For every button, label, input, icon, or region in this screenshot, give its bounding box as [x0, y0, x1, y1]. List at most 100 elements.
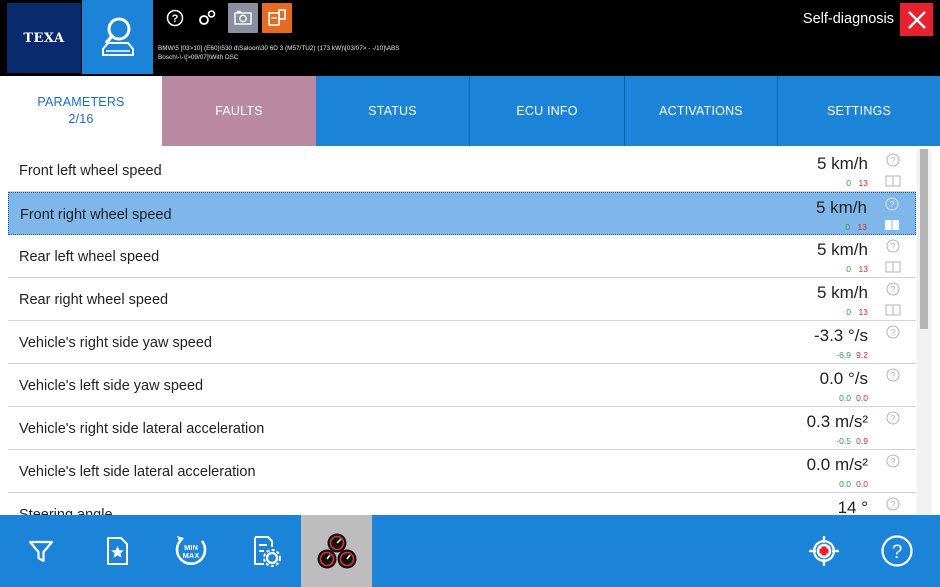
parameter-value: 0.3 m/s² — [806, 412, 868, 431]
parameter-help-icon[interactable]: ? — [886, 497, 900, 511]
svg-text:?: ? — [890, 327, 895, 337]
parameter-row[interactable]: Steering angle 14 °? — [8, 493, 916, 515]
parameter-help-icon[interactable]: ? — [886, 282, 900, 296]
tab-activations[interactable]: ACTIVATIONS — [624, 76, 777, 146]
help-icon[interactable]: ? — [160, 3, 190, 33]
ecu-description: Bosch\-\-\[>09/07]\With DSC — [158, 54, 239, 61]
parameter-max-value: 13 — [857, 222, 867, 232]
vehicle-description: BMW\5 [03>10] (E60)\530 d\Saloon\30 6D 3… — [158, 45, 400, 52]
svg-text:?: ? — [890, 499, 895, 509]
parameter-help-icon[interactable]: ? — [885, 197, 899, 211]
parameter-min-value: 0.0 — [839, 393, 851, 403]
filter-icon — [28, 540, 54, 563]
parameter-name: Rear right wheel speed — [19, 292, 169, 308]
parameter-row[interactable]: Vehicle's left side yaw speed 0.0 °/s 0.0 0… — [8, 364, 916, 407]
texa-logo: TEXA — [7, 3, 81, 73]
parameter-name: Vehicle's left side yaw speed — [19, 378, 204, 394]
parameter-max-value: 13 — [858, 307, 868, 317]
parameter-value: 5 km/h — [816, 283, 868, 302]
help-icon: ? — [881, 535, 913, 567]
min-max-button[interactable]: MIN MAX — [160, 515, 222, 587]
parameter-row[interactable]: Vehicle's right side yaw speed -3.3 °/s -6… — [8, 321, 916, 364]
bottom-toolbar: MIN MAX ? — [0, 515, 940, 587]
tab-status[interactable]: STATUS — [316, 76, 469, 146]
parameter-info-book-icon[interactable] — [883, 219, 901, 231]
parameter-min-value: 0 — [846, 307, 851, 317]
camera-icon[interactable] — [228, 3, 258, 33]
min-max-icon: MIN MAX — [175, 536, 207, 565]
parameter-info-book-icon[interactable] — [884, 175, 902, 187]
parameter-help-icon[interactable]: ? — [886, 454, 900, 468]
parameter-name: Front left wheel speed — [19, 163, 162, 179]
parameter-value: 0.0 m/s² — [806, 455, 868, 474]
gauges-icon — [317, 533, 356, 569]
parameter-row[interactable]: Rear left wheel speed 5 km/h 0 13? — [8, 235, 916, 278]
page-title: Self-diagnosis — [802, 11, 894, 27]
svg-text:?: ? — [890, 241, 895, 251]
parameter-value: 5 km/h — [816, 240, 868, 259]
svg-text:?: ? — [890, 284, 895, 294]
parameter-max-value: 13 — [858, 264, 868, 274]
parameter-name: Rear left wheel speed — [19, 249, 160, 265]
parameter-name: Vehicle's left side lateral acceleration — [19, 464, 256, 480]
parameter-max-value: 9.2 — [856, 350, 868, 360]
tab-parameters-count: 2/16 — [68, 112, 94, 126]
tab-bar: PARAMETERS 2/16 FAULTS STATUS ECU INFO A… — [0, 76, 940, 146]
parameter-value: 5 km/h — [815, 198, 867, 217]
parameter-row[interactable]: Rear right wheel speed 5 km/h 0 13? — [8, 278, 916, 321]
parameter-info-book-icon[interactable] — [884, 304, 902, 316]
parameter-name: Vehicle's right side lateral acceleratio… — [19, 421, 265, 437]
search-car-icon — [101, 17, 134, 56]
parameter-help-icon[interactable]: ? — [886, 239, 900, 253]
parameter-value: 14 ° — [837, 498, 868, 515]
max-label: MAX — [183, 551, 200, 560]
parameter-row[interactable]: Vehicle's left side lateral acceleration… — [8, 450, 916, 493]
close-icon — [907, 10, 926, 29]
svg-text:?: ? — [890, 456, 895, 466]
favorites-button[interactable] — [86, 515, 148, 587]
favorites-icon — [107, 537, 128, 565]
parameter-help-icon[interactable]: ? — [886, 368, 900, 382]
tab-faults[interactable]: FAULTS — [162, 76, 316, 146]
svg-text:?: ? — [892, 542, 903, 563]
parameter-help-icon[interactable]: ? — [886, 325, 900, 339]
help-button[interactable]: ? — [866, 515, 928, 587]
parameter-help-icon[interactable]: ? — [886, 153, 900, 167]
parameter-min-value: 0.0 — [839, 479, 851, 489]
tab-parameters[interactable]: PARAMETERS 2/16 — [0, 76, 162, 146]
settings-icon[interactable] — [192, 3, 222, 33]
tab-parameters-label: PARAMETERS — [37, 95, 125, 109]
config-button[interactable] — [234, 515, 296, 587]
parameter-max-value: 13 — [858, 178, 868, 188]
parameter-row[interactable]: Front left wheel speed 5 km/h 0 13? — [8, 149, 916, 192]
parameter-min-value: 0 — [846, 264, 851, 274]
parameter-list[interactable]: Front left wheel speed 5 km/h 0 13? Front ri… — [8, 149, 916, 515]
parameter-info-book-icon[interactable] — [884, 261, 902, 273]
svg-text:?: ? — [890, 413, 895, 423]
parameter-min-value: 0 — [845, 222, 850, 232]
svg-text:?: ? — [889, 199, 894, 209]
target-icon — [809, 536, 839, 566]
close-button[interactable] — [900, 3, 933, 36]
parameter-name: Steering angle — [19, 507, 113, 515]
parameter-min-value: -0.5 — [836, 436, 851, 446]
parameter-name: Front right wheel speed — [20, 207, 172, 223]
tab-settings[interactable]: SETTINGS — [777, 76, 940, 146]
svg-text:?: ? — [890, 370, 895, 380]
parameter-help-icon[interactable]: ? — [886, 411, 900, 425]
scrollbar[interactable] — [917, 149, 931, 515]
gauges-button[interactable] — [301, 515, 372, 587]
tab-ecu-info[interactable]: ECU INFO — [469, 76, 624, 146]
vehicle-search-button[interactable] — [82, 0, 153, 74]
filter-button[interactable] — [10, 515, 72, 587]
parameter-row[interactable]: Vehicle's right side lateral acceleratio… — [8, 407, 916, 450]
parameter-value: 5 km/h — [816, 154, 868, 173]
record-icon[interactable] — [262, 3, 292, 33]
parameter-max-value: 0.0 — [856, 393, 868, 403]
parameter-row[interactable]: Front right wheel speed 5 km/h 0 13? — [8, 192, 916, 235]
target-button[interactable] — [793, 515, 855, 587]
parameter-max-value: 0.0 — [856, 479, 868, 489]
svg-text:?: ? — [890, 155, 895, 165]
parameter-value: 0.0 °/s — [819, 369, 868, 388]
scrollbar-thumb[interactable] — [920, 149, 928, 329]
